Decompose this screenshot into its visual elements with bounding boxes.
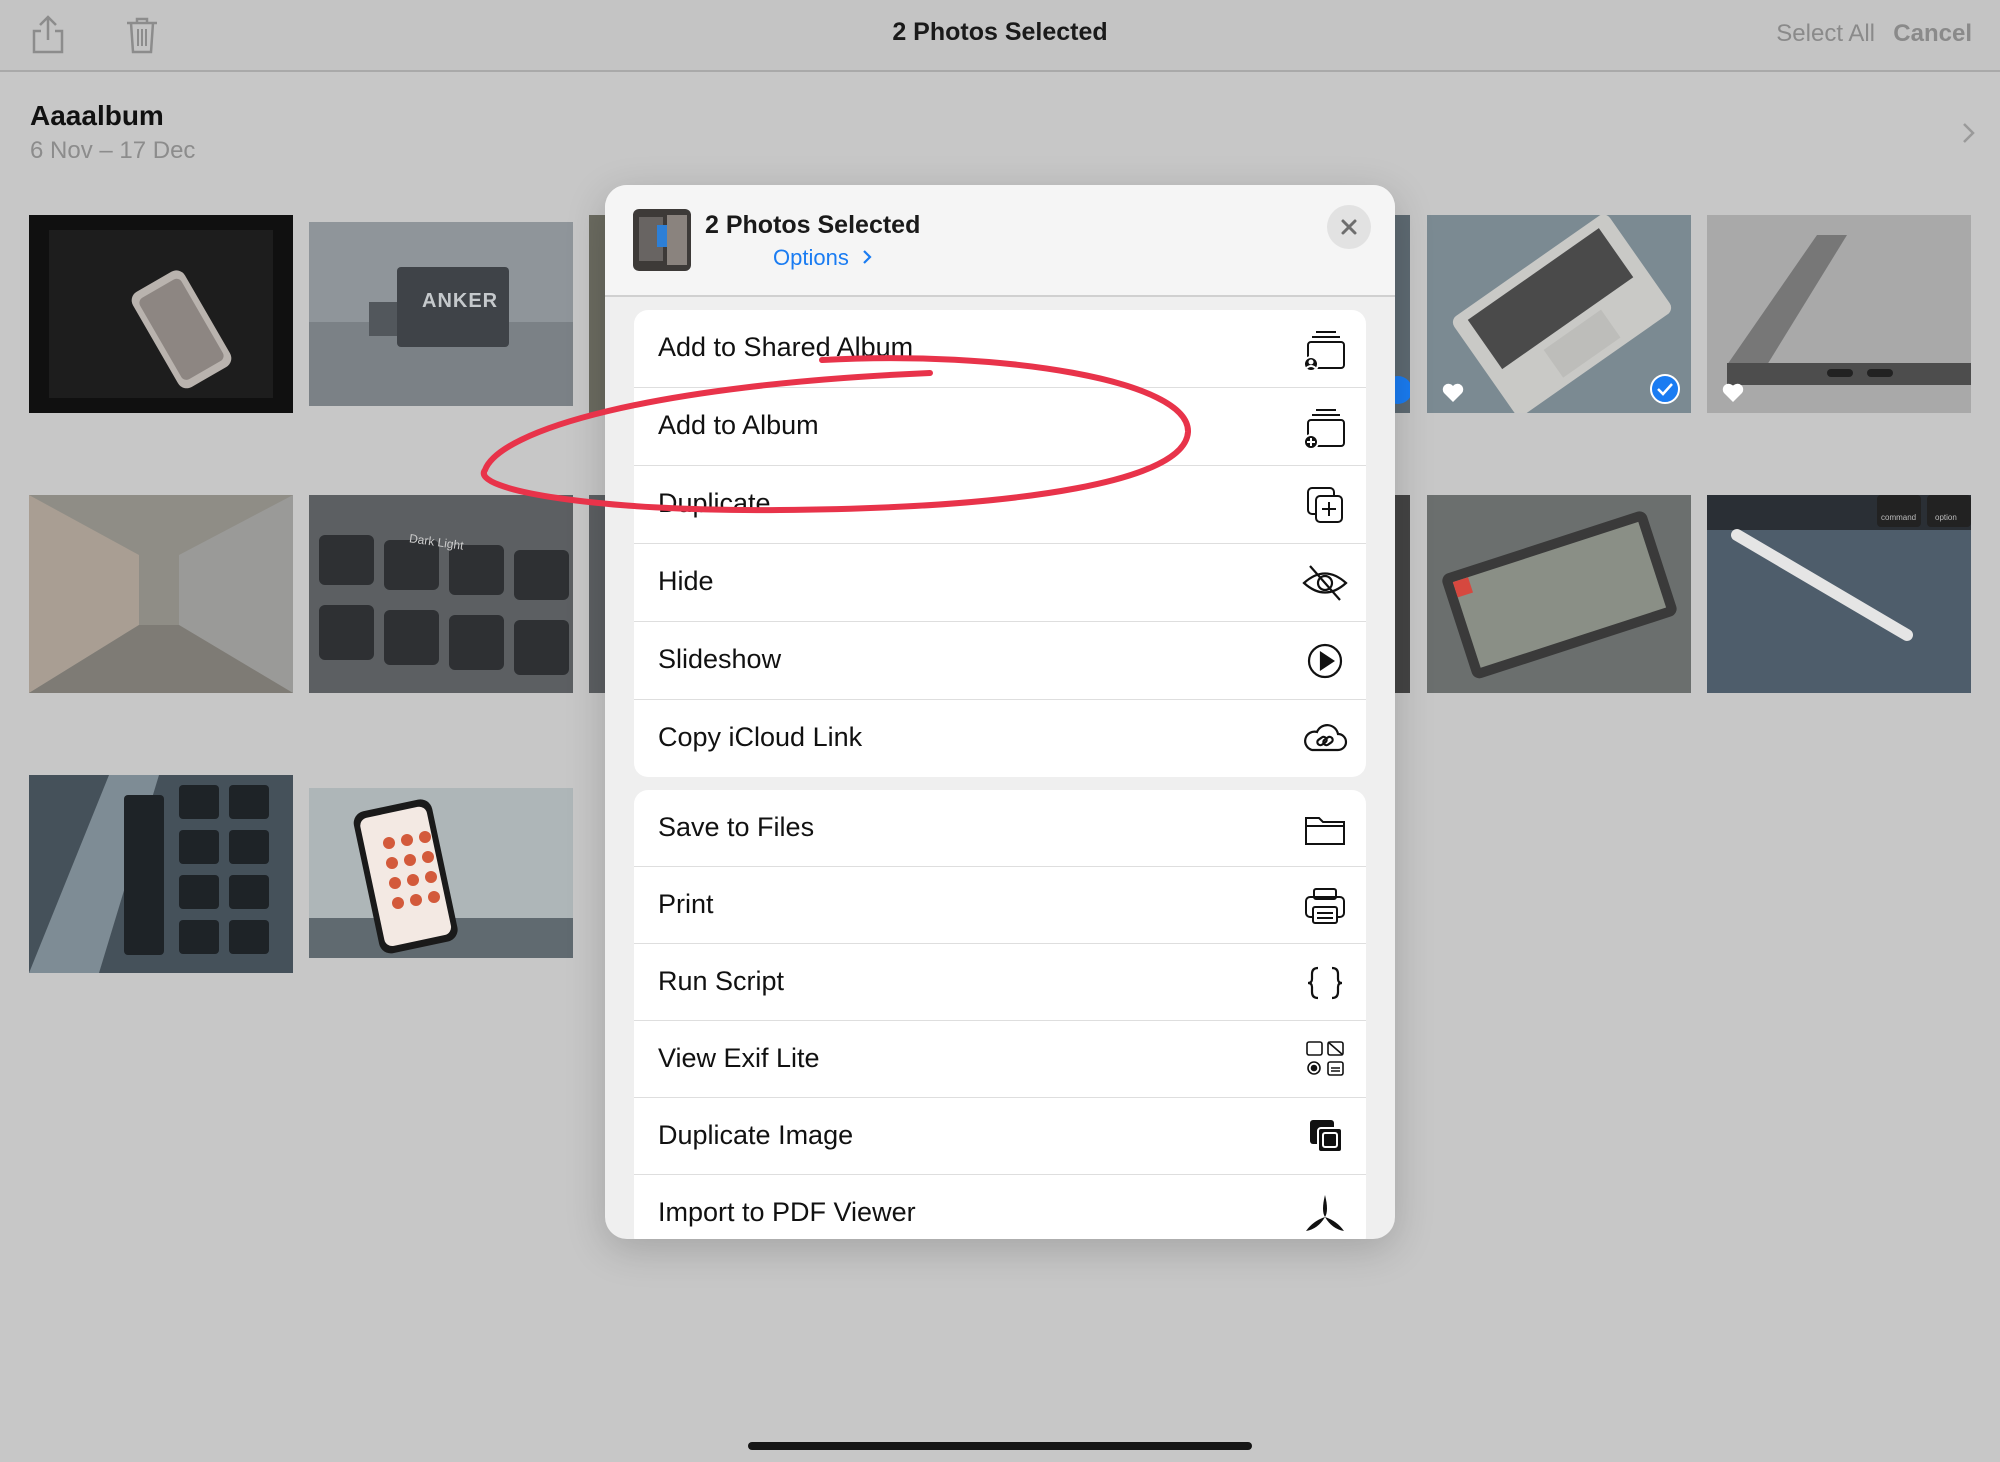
share-actions-group: Add to Shared Album Add to Album Duplica… [634, 310, 1366, 777]
action-view-exif-lite[interactable]: View Exif Lite [634, 1021, 1366, 1098]
photo-thumbnail[interactable]: Dark Light [309, 495, 573, 693]
home-indicator [748, 1442, 1252, 1450]
action-copy-icloud-link[interactable]: Copy iCloud Link [634, 700, 1366, 777]
action-label: Save to Files [658, 812, 815, 842]
play-circle-icon [1302, 638, 1348, 684]
action-print[interactable]: Print [634, 867, 1366, 944]
braces-icon [1302, 960, 1348, 1006]
anker-logo-text: ANKER [422, 290, 499, 312]
options-label: Options [773, 245, 849, 270]
action-label: Duplicate [658, 488, 771, 518]
action-slideshow[interactable]: Slideshow [634, 622, 1366, 700]
action-label: Hide [658, 566, 714, 596]
duplicate-image-icon [1302, 1114, 1348, 1160]
favorite-heart-icon [1442, 383, 1464, 402]
printer-icon [1302, 883, 1348, 929]
action-label: Slideshow [658, 644, 782, 674]
selected-checkmark-icon[interactable] [1649, 373, 1681, 405]
selection-preview-thumbnail [633, 209, 691, 271]
action-label: Copy iCloud Link [658, 722, 863, 752]
favorite-heart-icon [1722, 383, 1744, 402]
photo-thumbnail[interactable] [1395, 495, 1410, 693]
action-import-to-pdf-viewer[interactable]: Import to PDF Viewer [634, 1175, 1366, 1239]
close-button[interactable] [1327, 205, 1371, 249]
options-button[interactable]: Options [773, 245, 873, 271]
photo-thumbnail[interactable] [29, 775, 293, 973]
action-label: Add to Album [658, 410, 819, 440]
action-add-to-shared-album[interactable]: Add to Shared Album [634, 310, 1366, 388]
chevron-right-icon[interactable] [1958, 118, 1980, 148]
eye-slash-icon [1302, 560, 1348, 606]
action-label: Duplicate Image [658, 1120, 854, 1150]
duplicate-icon [1302, 482, 1348, 528]
album-date-range: 6 Nov – 17 Dec [30, 137, 196, 164]
page-title: 2 Photos Selected [892, 18, 1108, 46]
action-add-to-album[interactable]: Add to Album [634, 388, 1366, 466]
select-all-button[interactable]: Select All [1776, 20, 1875, 48]
photo-thumbnail[interactable] [1427, 495, 1691, 693]
shared-album-icon [1302, 326, 1348, 372]
action-label: View Exif Lite [658, 1043, 820, 1073]
photo-thumbnail[interactable]: command option [1707, 495, 1971, 693]
keycap-label: command [1881, 513, 1917, 522]
action-duplicate[interactable]: Duplicate [634, 466, 1366, 544]
action-run-script[interactable]: Run Script [634, 944, 1366, 1021]
action-label: Add to Shared Album [658, 332, 914, 362]
album-title: Aaaalbum [30, 100, 164, 131]
keycap-label: option [1935, 513, 1957, 522]
action-duplicate-image[interactable]: Duplicate Image [634, 1098, 1366, 1175]
action-label: Import to PDF Viewer [658, 1197, 916, 1227]
cloud-link-icon [1302, 716, 1348, 762]
action-label: Print [658, 889, 714, 919]
photo-thumbnail[interactable] [1707, 215, 1971, 413]
photo-thumbnail[interactable]: ANKER [309, 222, 573, 406]
photo-thumbnail[interactable] [29, 495, 293, 693]
share-sheet-title: 2 Photos Selected [705, 211, 921, 239]
action-label: Run Script [658, 966, 785, 996]
action-hide[interactable]: Hide [634, 544, 1366, 622]
action-save-to-files[interactable]: Save to Files [634, 790, 1366, 867]
add-album-icon [1302, 404, 1348, 450]
share-sheet-header: 2 Photos Selected Options [605, 185, 1395, 297]
chevron-right-icon [863, 250, 872, 264]
exif-icon [1302, 1037, 1348, 1083]
pdf-viewer-icon [1302, 1191, 1348, 1237]
folder-icon [1302, 806, 1348, 852]
share-sheet: 2 Photos Selected Options Add to Shared … [605, 185, 1395, 1239]
photo-thumbnail[interactable] [309, 788, 573, 958]
photo-thumbnail[interactable] [29, 215, 293, 413]
photo-thumbnail[interactable] [1395, 215, 1410, 413]
photo-thumbnail[interactable] [1427, 215, 1691, 413]
navigation-bar: 2 Photos Selected Select All Cancel [0, 0, 2000, 72]
app-actions-group: Save to Files Print Run Script View Exif… [634, 790, 1366, 1239]
cancel-button[interactable]: Cancel [1893, 20, 1972, 48]
close-icon [1341, 219, 1357, 235]
